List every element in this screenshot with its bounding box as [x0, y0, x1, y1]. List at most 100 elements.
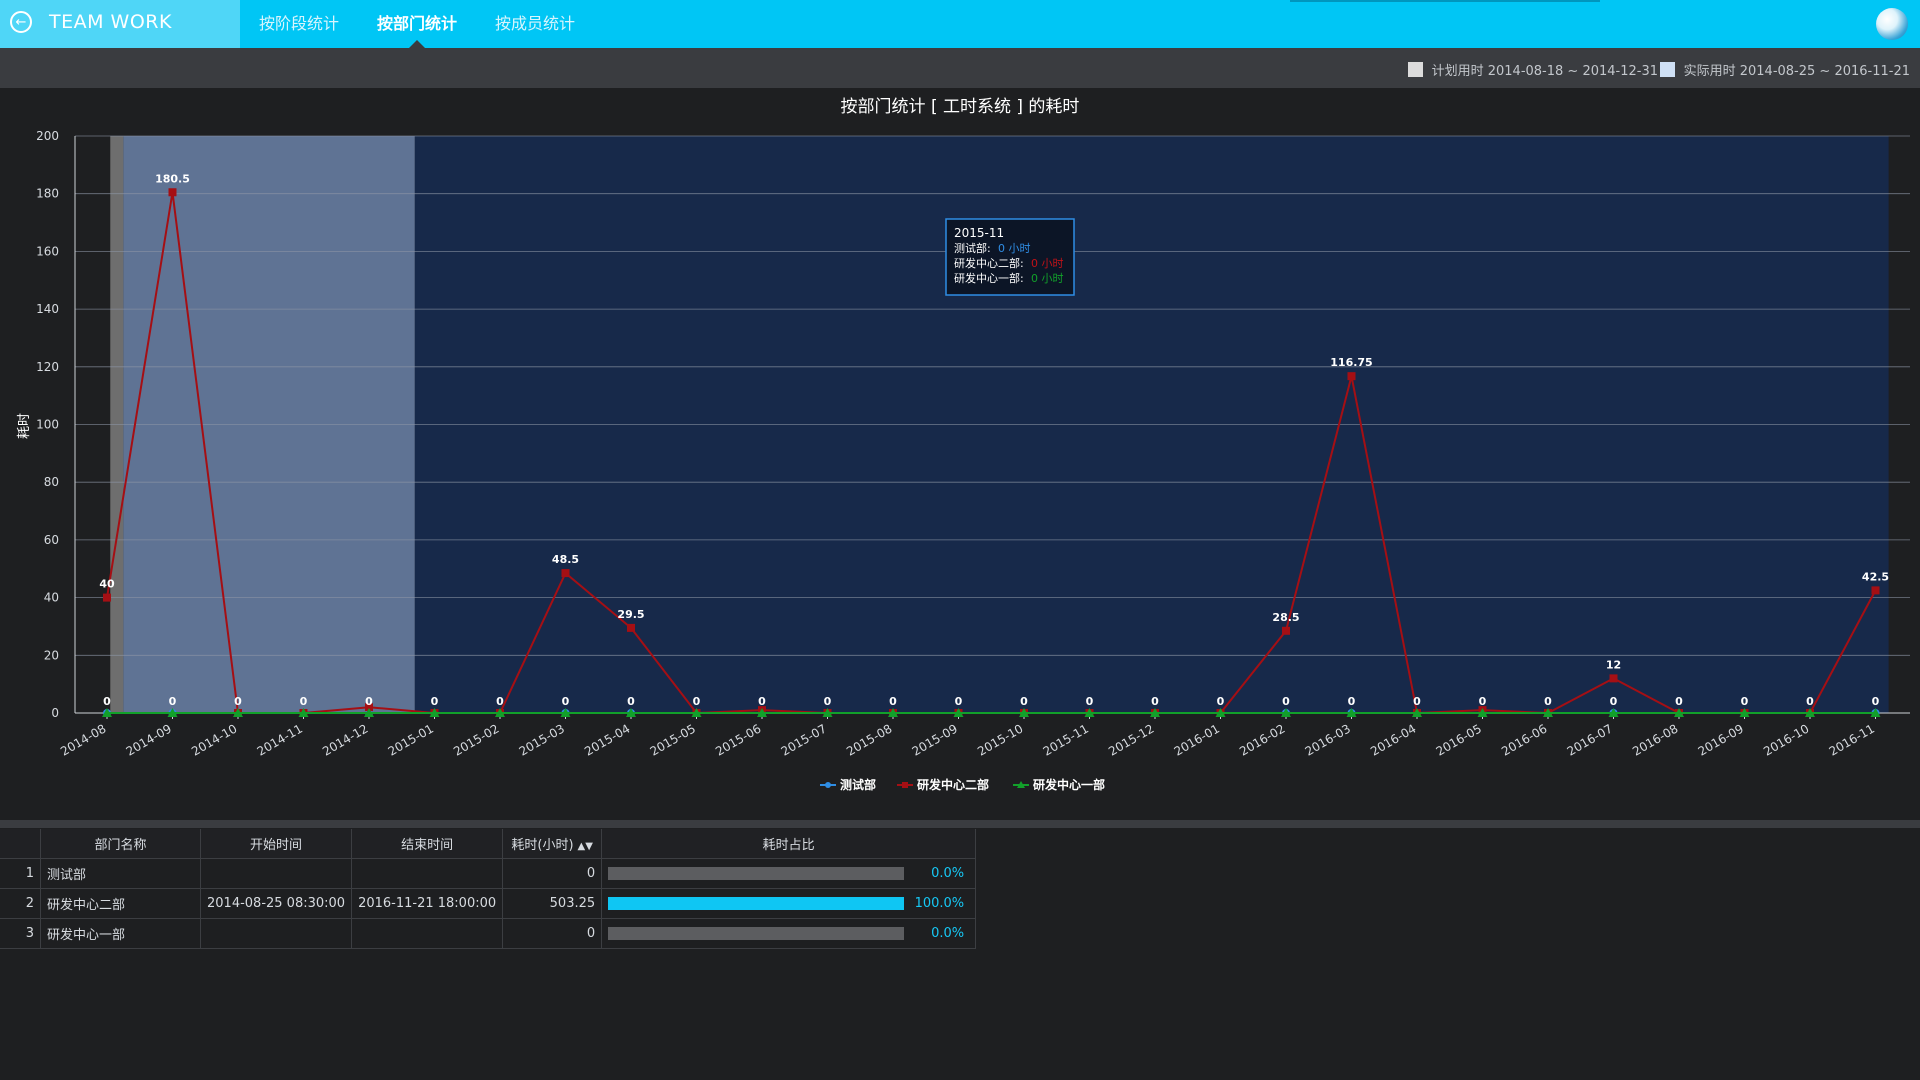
data-label: 0	[1413, 695, 1421, 708]
y-tick-label: 140	[36, 302, 59, 316]
x-tick-label: 2015-06	[713, 721, 763, 758]
hours-cell: 0	[502, 858, 603, 889]
user-avatar-icon[interactable]	[1876, 8, 1908, 40]
x-tick-label: 2016-04	[1368, 721, 1418, 758]
data-label: 0	[889, 695, 897, 708]
y-tick-label: 20	[44, 648, 59, 662]
x-tick-label: 2016-09	[1696, 721, 1746, 758]
column-header-start: 开始时间	[200, 829, 353, 859]
column-header-end: 结束时间	[351, 829, 504, 859]
tooltip-series-value: 0 小时	[998, 242, 1031, 255]
data-label: 0	[169, 695, 177, 708]
table-row[interactable]: 1 测试部 0 0.0%	[0, 858, 977, 889]
data-label: 0	[1741, 695, 1749, 708]
top-bar: ← TEAM WORK 按阶段统计 按部门统计 按成员统计	[0, 0, 1920, 48]
plan-swatch-icon	[1407, 62, 1423, 77]
data-point	[1609, 674, 1618, 683]
ratio-cell: 100.0%	[601, 888, 977, 919]
brand-area: ← TEAM WORK	[0, 0, 240, 48]
data-label: 0	[1675, 695, 1683, 708]
end-time-cell	[351, 858, 504, 889]
line-chart: 按部门统计 [ 工时系统 ] 的耗时0204060801001201401601…	[17, 97, 1910, 792]
y-tick-label: 80	[44, 475, 59, 489]
x-tick-label: 2014-09	[124, 721, 174, 758]
ratio-percent: 0.0%	[931, 866, 965, 881]
hours-header-label: 耗时(小时)	[511, 838, 574, 853]
tab-by-member[interactable]: 按成员统计	[476, 0, 594, 48]
data-label: 0	[496, 695, 504, 708]
x-tick-label: 2014-10	[189, 721, 239, 758]
x-tick-label: 2015-08	[844, 721, 894, 758]
top-bar-shadow	[1290, 0, 1600, 2]
x-tick-label: 2015-04	[582, 721, 632, 758]
tooltip-series-label: 研发中心一部:	[954, 271, 1024, 285]
tab-by-stage[interactable]: 按阶段统计	[240, 0, 358, 48]
row-index: 3	[0, 918, 41, 949]
hours-cell: 0	[502, 918, 603, 949]
x-tick-label: 2015-01	[386, 721, 436, 758]
column-header-dept-name: 部门名称	[40, 829, 201, 859]
data-point	[1871, 586, 1880, 595]
data-label: 0	[1020, 695, 1028, 708]
x-tick-label: 2015-12	[1106, 721, 1156, 758]
ratio-cell: 0.0%	[601, 918, 977, 949]
chart-title: 按部门统计 [ 工时系统 ] 的耗时	[841, 97, 1080, 117]
table-row[interactable]: 3 研发中心一部 0 0.0%	[0, 918, 977, 949]
data-label: 0	[1872, 695, 1880, 708]
data-label: 180.5	[155, 172, 190, 185]
x-tick-label: 2016-08	[1630, 721, 1680, 758]
data-label: 0	[1479, 695, 1487, 708]
start-time-cell	[200, 918, 353, 949]
data-label: 28.5	[1272, 611, 1299, 624]
data-label: 0	[234, 695, 242, 708]
y-tick-label: 200	[36, 129, 59, 143]
data-label: 0	[1086, 695, 1094, 708]
brand-title: TEAM WORK	[49, 11, 172, 33]
data-label: 0	[627, 695, 635, 708]
data-label: 0	[1217, 695, 1225, 708]
ratio-percent: 0.0%	[931, 926, 965, 941]
x-tick-label: 2015-07	[779, 721, 829, 758]
end-time-cell	[351, 918, 504, 949]
y-tick-label: 180	[36, 187, 59, 201]
plan-time-label: 计划用时 2014-08-18 ~ 2014-12-31	[1431, 64, 1658, 79]
data-label: 0	[1151, 695, 1159, 708]
table-row[interactable]: 2 研发中心二部 2014-08-25 08:30:00 2016-11-21 …	[0, 888, 977, 919]
back-arrow-icon[interactable]: ←	[10, 11, 32, 33]
legend-marker	[902, 782, 908, 788]
data-label: 0	[1806, 695, 1814, 708]
dept-name-cell: 研发中心二部	[40, 888, 201, 919]
data-label: 0	[103, 695, 111, 708]
data-label: 29.5	[617, 608, 644, 621]
tooltip-series-value: 0 小时	[1031, 272, 1064, 285]
row-index: 1	[0, 858, 41, 889]
x-tick-label: 2014-11	[255, 721, 305, 758]
y-tick-label: 60	[44, 533, 59, 547]
x-tick-label: 2016-05	[1434, 721, 1484, 758]
column-header-hours[interactable]: 耗时(小时) ▲▼	[502, 829, 603, 859]
actual-time-legend: 实际用时 2014-08-25 ~ 2016-11-21	[1659, 60, 1910, 79]
data-label: 0	[300, 695, 308, 708]
x-tick-label: 2015-02	[451, 721, 501, 758]
section-divider	[0, 820, 1920, 828]
actual-swatch-icon	[1659, 62, 1675, 77]
x-tick-label: 2014-08	[58, 721, 108, 758]
tab-by-department[interactable]: 按部门统计	[358, 0, 476, 48]
end-time-cell: 2016-11-21 18:00:00	[351, 888, 504, 919]
department-table: 部门名称 开始时间 结束时间 耗时(小时) ▲▼ 耗时占比 1 测试部 0 0.0…	[0, 829, 977, 949]
x-tick-label: 2015-09	[910, 721, 960, 758]
legend-marker	[825, 782, 831, 788]
x-tick-label: 2016-02	[1237, 721, 1287, 758]
data-label: 0	[365, 695, 373, 708]
dept-name-cell: 测试部	[40, 858, 201, 889]
data-point	[103, 593, 111, 602]
data-label: 0	[955, 695, 963, 708]
chart-panel: 按部门统计 [ 工时系统 ] 的耗时 0 20 40 60 80 100 120 140 160 1…	[0, 88, 1920, 820]
data-point	[561, 569, 570, 578]
x-tick-label: 2015-11	[1041, 721, 1091, 758]
stat-tabs: 按阶段统计 按部门统计 按成员统计	[240, 0, 594, 48]
sort-icon[interactable]: ▲▼	[578, 841, 593, 852]
data-label: 0	[1544, 695, 1552, 708]
x-tick-label: 2015-05	[648, 721, 698, 758]
tooltip-title: 2015-11	[954, 226, 1004, 240]
